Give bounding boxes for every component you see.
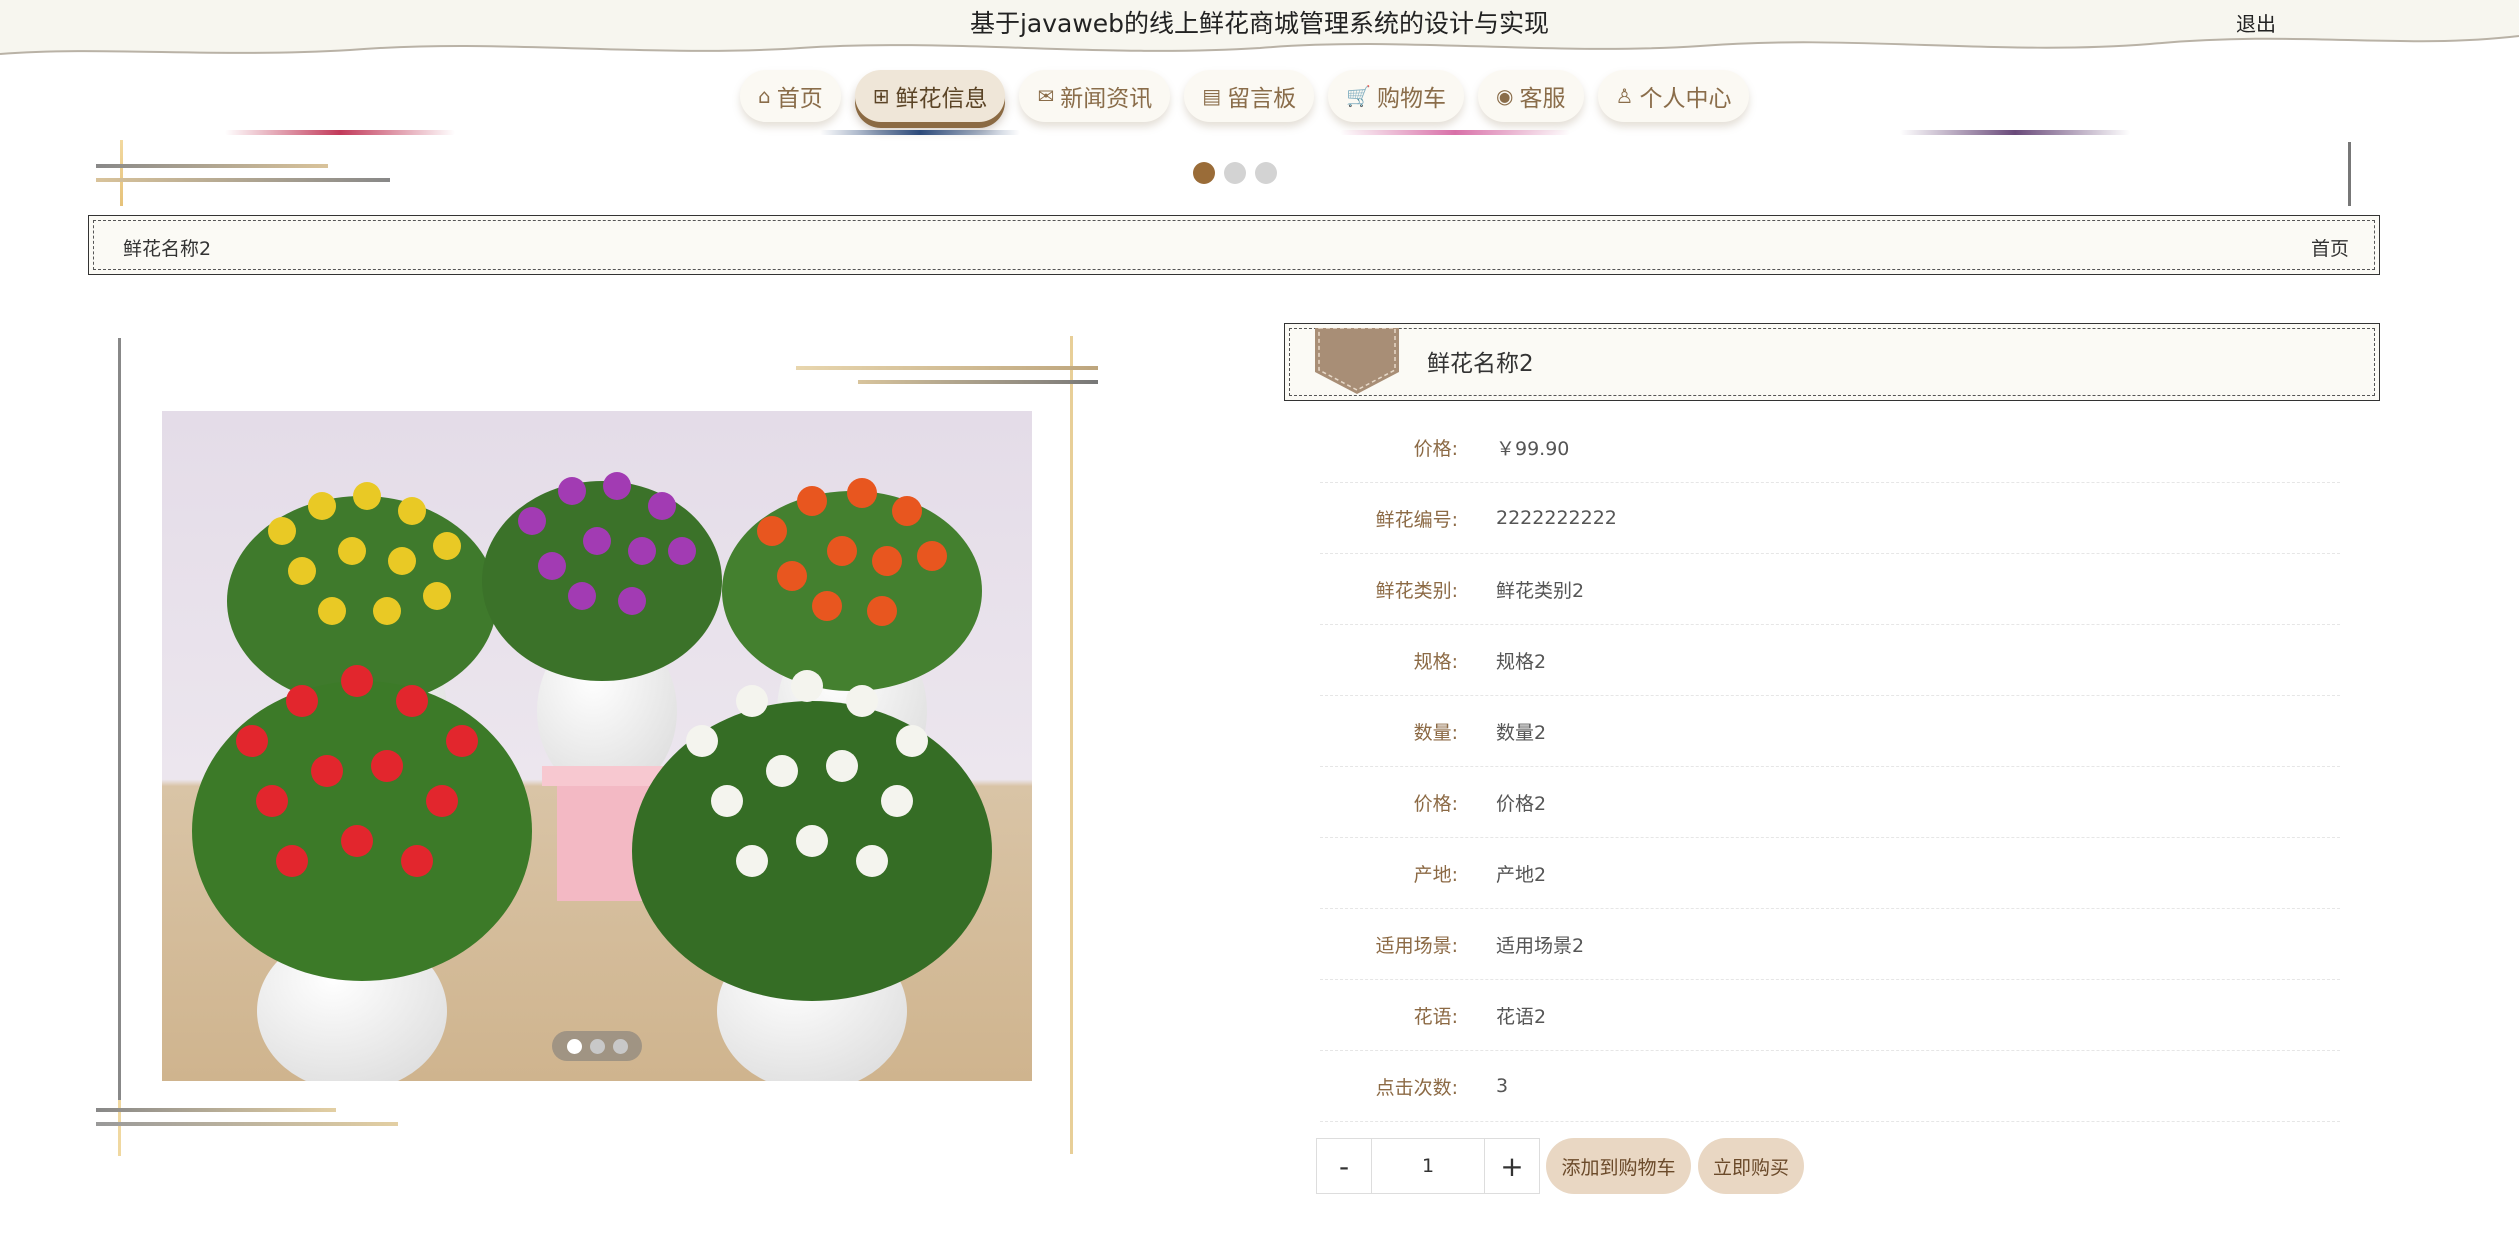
quantity-stepper: - + <box>1316 1138 1540 1194</box>
banner-dot[interactable] <box>1255 162 1277 184</box>
banner-swatch <box>225 130 455 135</box>
decorative-line <box>2348 142 2351 206</box>
detail-row-value: 数量2 <box>1496 721 1547 744</box>
nav-item-label: 购物车 <box>1377 86 1447 112</box>
image-dot[interactable] <box>566 1038 582 1054</box>
add-to-cart-button[interactable]: 添加到购物车 <box>1546 1138 1691 1194</box>
detail-row-label: 点击次数: <box>1375 1076 1458 1099</box>
detail-row-label: 产地: <box>1413 863 1458 886</box>
banner-swatch <box>1900 130 2130 135</box>
detail-row-value: 3 <box>1496 1075 1509 1097</box>
detail-row: 价格: 价格2 <box>1320 767 2340 838</box>
main-nav: ⌂ 首页 ⊞ 鲜花信息 ✉ 新闻资讯 ▤ 留言板 🛒 购物车 ◉ 客服 ♙ 个人中心 <box>740 70 1750 122</box>
chat-icon: ◉ <box>1496 84 1514 108</box>
detail-row-value: 鲜花类别2 <box>1496 579 1585 602</box>
detail-row-label: 规格: <box>1413 650 1458 673</box>
nav-item-label: 鲜花信息 <box>895 86 988 112</box>
decorative-line <box>96 178 390 182</box>
nav-item-0[interactable]: ⌂ 首页 <box>740 70 841 122</box>
flower-photo-illustration <box>162 411 1032 1081</box>
nav-item-label: 个人中心 <box>1639 86 1732 112</box>
detail-row: 价格: ￥99.90 <box>1320 412 2340 483</box>
detail-row-value: ￥99.90 <box>1496 437 1570 460</box>
detail-header: 鲜花名称2 <box>1284 323 2380 401</box>
mail-icon: ✉ <box>1037 84 1055 108</box>
detail-row-value: 2222222222 <box>1496 507 1617 529</box>
breadcrumb-border <box>93 220 2375 270</box>
site-title: 基于javaweb的线上鲜花商城管理系统的设计与实现 <box>969 9 1550 38</box>
ribbon-icon <box>1315 328 1399 394</box>
decorative-line <box>120 140 123 206</box>
banner-pagination <box>1193 162 1277 184</box>
detail-row-label: 价格: <box>1413 792 1458 815</box>
detail-row: 点击次数: 3 <box>1320 1051 2340 1122</box>
nav-item-label: 新闻资讯 <box>1060 86 1153 112</box>
detail-list: 价格: ￥99.90 鲜花编号: 2222222222 鲜花类别: 鲜花类别2 规格: 规格2… <box>1320 412 2340 1122</box>
user-icon: ♙ <box>1615 84 1634 108</box>
banner-swatch <box>1340 130 1570 135</box>
detail-row-label: 花语: <box>1413 1005 1458 1028</box>
image-dot[interactable] <box>612 1038 628 1054</box>
decorative-line <box>96 1108 336 1112</box>
nav-item-5[interactable]: ◉ 客服 <box>1478 70 1584 122</box>
detail-row-label: 鲜花编号: <box>1375 508 1458 531</box>
nav-item-label: 首页 <box>776 86 823 112</box>
detail-row-label: 适用场景: <box>1375 934 1458 957</box>
note-icon: ▤ <box>1202 84 1222 108</box>
detail-row-value: 适用场景2 <box>1496 934 1585 957</box>
home-icon: ⌂ <box>758 84 771 108</box>
increase-button[interactable]: + <box>1485 1139 1539 1193</box>
breadcrumb-current: 鲜花名称2 <box>123 238 212 260</box>
logout-link[interactable]: 退出 <box>2236 8 2276 37</box>
quantity-input[interactable] <box>1371 1139 1485 1193</box>
detail-row-value: 花语2 <box>1496 1005 1547 1028</box>
detail-row-value: 产地2 <box>1496 863 1547 886</box>
decorative-line <box>118 338 121 1150</box>
nav-item-2[interactable]: ✉ 新闻资讯 <box>1019 70 1171 122</box>
nav-item-6[interactable]: ♙ 个人中心 <box>1597 70 1750 122</box>
detail-row: 规格: 规格2 <box>1320 625 2340 696</box>
detail-row-label: 价格: <box>1413 437 1458 460</box>
product-image <box>162 411 1032 1081</box>
detail-row-value: 价格2 <box>1496 792 1547 815</box>
breadcrumb-home-link[interactable]: 首页 <box>2311 234 2349 261</box>
detail-row: 鲜花编号: 2222222222 <box>1320 483 2340 554</box>
breadcrumb: 鲜花名称2 首页 <box>88 215 2380 275</box>
decrease-button[interactable]: - <box>1317 1139 1371 1193</box>
banner-dot[interactable] <box>1224 162 1246 184</box>
detail-row: 产地: 产地2 <box>1320 838 2340 909</box>
detail-row: 鲜花类别: 鲜花类别2 <box>1320 554 2340 625</box>
detail-row-value: 规格2 <box>1496 650 1547 673</box>
decorative-line <box>796 366 1098 370</box>
nav-item-1[interactable]: ⊞ 鲜花信息 <box>854 70 1006 122</box>
banner-dot[interactable] <box>1193 162 1215 184</box>
detail-row: 花语: 花语2 <box>1320 980 2340 1051</box>
detail-row: 数量: 数量2 <box>1320 696 2340 767</box>
banner-swatch <box>820 130 1020 135</box>
image-dot[interactable] <box>589 1038 605 1054</box>
nav-item-3[interactable]: ▤ 留言板 <box>1184 70 1315 122</box>
cart-icon: 🛒 <box>1346 84 1372 108</box>
detail-row-label: 鲜花类别: <box>1375 579 1458 602</box>
decorative-line <box>858 380 1098 384</box>
decorative-line <box>96 1122 398 1126</box>
nav-item-label: 留言板 <box>1227 86 1297 112</box>
top-header: 基于javaweb的线上鲜花商城管理系统的设计与实现 退出 <box>0 0 2519 60</box>
detail-row: 适用场景: 适用场景2 <box>1320 909 2340 980</box>
decorative-line <box>1070 336 1073 1154</box>
nav-item-4[interactable]: 🛒 购物车 <box>1328 70 1465 122</box>
image-pagination <box>552 1031 642 1061</box>
nav-item-label: 客服 <box>1519 86 1566 112</box>
gift-icon: ⊞ <box>872 84 890 108</box>
detail-row-label: 数量: <box>1413 721 1458 744</box>
buy-now-button[interactable]: 立即购买 <box>1698 1138 1804 1194</box>
detail-title: 鲜花名称2 <box>1427 351 1534 377</box>
decorative-line <box>96 164 328 168</box>
